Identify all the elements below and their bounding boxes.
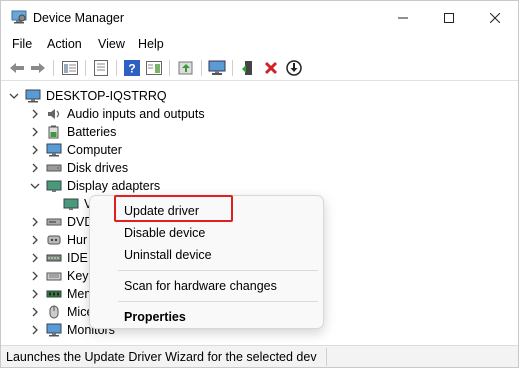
status-separator [326, 348, 327, 366]
display-icon [63, 197, 79, 211]
window-title: Device Manager [33, 11, 125, 25]
chevron-right-icon[interactable] [30, 271, 40, 281]
computer-icon [25, 89, 41, 103]
menu-properties[interactable]: Properties [124, 310, 186, 324]
properties-icon[interactable] [91, 58, 111, 78]
context-menu-separator [118, 301, 318, 302]
action-pane-icon[interactable] [144, 58, 164, 78]
tree-item-hid[interactable]: Hur [30, 231, 87, 249]
chevron-right-icon[interactable] [30, 253, 40, 263]
monitor-icon [46, 323, 62, 337]
download-arrow-icon[interactable] [284, 58, 304, 78]
display-icon [46, 179, 62, 193]
device-manager-app-icon [11, 10, 27, 24]
toolbar: ? [1, 55, 518, 81]
tree-item-computer[interactable]: Computer [30, 141, 122, 159]
computer-icon [46, 143, 62, 157]
toolbar-separator [116, 60, 117, 76]
add-driver-icon[interactable] [239, 58, 259, 78]
back-arrow-icon[interactable] [7, 58, 27, 78]
tree-item-label: Audio inputs and outputs [67, 107, 205, 121]
chevron-right-icon[interactable] [30, 163, 40, 173]
keyboard-icon [46, 269, 62, 283]
minimize-button[interactable] [380, 1, 426, 34]
toolbar-separator [201, 60, 202, 76]
uninstall-x-icon[interactable] [261, 58, 281, 78]
svg-text:?: ? [128, 62, 135, 76]
toolbar-separator [169, 60, 170, 76]
tree-item-keyboards[interactable]: Keyb [30, 267, 96, 285]
battery-icon [46, 125, 62, 139]
tree-item-dvd[interactable]: DVD [30, 213, 93, 231]
chevron-right-icon[interactable] [30, 109, 40, 119]
chevron-right-icon[interactable] [30, 235, 40, 245]
status-text: Launches the Update Driver Wizard for th… [6, 350, 317, 364]
chevron-right-icon[interactable] [30, 217, 40, 227]
dvd-icon [46, 215, 62, 229]
mouse-icon [46, 305, 62, 319]
tree-item-mice[interactable]: Mice [30, 303, 93, 321]
memory-icon [46, 287, 62, 301]
tree-root-label: DESKTOP-IQSTRRQ [46, 89, 167, 103]
title-bar[interactable]: Device Manager [1, 1, 518, 34]
chevron-right-icon[interactable] [30, 127, 40, 137]
context-menu-separator [118, 270, 318, 271]
menu-bar: File Action View Help [1, 34, 518, 54]
toolbar-separator [53, 60, 54, 76]
close-button[interactable] [472, 1, 518, 34]
update-driver-highlight-box [114, 195, 233, 222]
forward-arrow-icon[interactable] [28, 58, 48, 78]
show-hide-tree-icon[interactable] [60, 58, 80, 78]
status-bar: Launches the Update Driver Wizard for th… [1, 345, 518, 367]
menu-view[interactable]: View [98, 37, 125, 51]
chevron-right-icon[interactable] [30, 325, 40, 335]
hid-icon [46, 233, 62, 247]
menu-help[interactable]: Help [138, 37, 164, 51]
tree-item-batteries[interactable]: Batteries [30, 123, 116, 141]
tree-item-label: Computer [67, 143, 122, 157]
tree-item-label: Hur [67, 233, 88, 247]
tree-item-memory[interactable]: Mem [30, 285, 95, 303]
disk-icon [46, 161, 62, 175]
ide-icon [46, 251, 62, 265]
tree-item-audio[interactable]: Audio inputs and outputs [30, 105, 205, 123]
menu-file[interactable]: File [12, 37, 32, 51]
tree-item-disk-drives[interactable]: Disk drives [30, 159, 128, 177]
menu-scan-hardware[interactable]: Scan for hardware changes [124, 279, 277, 293]
menu-disable-device[interactable]: Disable device [124, 226, 205, 240]
chevron-down-icon[interactable] [30, 181, 40, 191]
chevron-right-icon[interactable] [30, 307, 40, 317]
chevron-right-icon[interactable] [30, 289, 40, 299]
monitor-icon[interactable] [207, 58, 227, 78]
maximize-button[interactable] [426, 1, 472, 34]
update-driver-icon[interactable] [176, 58, 196, 78]
toolbar-separator [232, 60, 233, 76]
tree-root[interactable]: DESKTOP-IQSTRRQ [9, 87, 167, 105]
chevron-down-icon[interactable] [9, 91, 19, 101]
menu-action[interactable]: Action [47, 37, 82, 51]
tree-item-label: Display adapters [67, 179, 161, 193]
menu-uninstall-device[interactable]: Uninstall device [124, 248, 212, 262]
chevron-right-icon[interactable] [30, 145, 40, 155]
tree-item-label: Batteries [67, 125, 117, 139]
help-icon[interactable]: ? [122, 58, 142, 78]
speaker-icon [46, 107, 62, 121]
tree-item-display-adapter-child[interactable]: V [63, 195, 92, 213]
tree-item-label: Disk drives [67, 161, 129, 175]
tree-item-display-adapters[interactable]: Display adapters [30, 177, 160, 195]
toolbar-separator [85, 60, 86, 76]
